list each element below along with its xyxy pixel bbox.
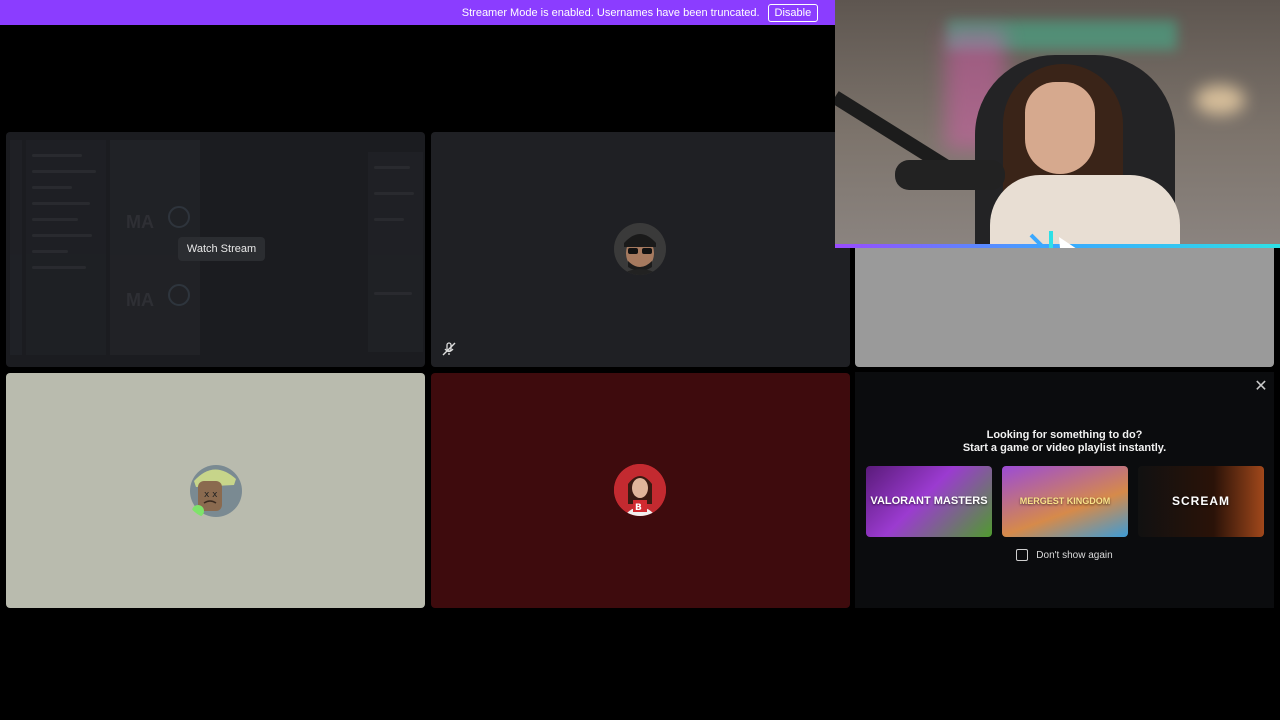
activity-card-label: SCREAM [1171,494,1230,509]
promo-subtitle: Start a game or video playlist instantly… [962,442,1167,454]
watch-stream-button[interactable]: Watch Stream [178,237,265,261]
webcam-overlay [835,0,1280,248]
mic-slash-icon [441,341,457,357]
participant-tile[interactable]: x x [6,373,425,608]
promo-title: Looking for something to do? [986,429,1143,441]
activity-card-scream[interactable]: SCREAM [1138,466,1264,537]
activity-card-label: VALORANT MASTERS [870,494,988,507]
participant-tile[interactable] [431,132,850,367]
participant-tile[interactable]: B [431,373,850,608]
disable-streamer-mode-button[interactable]: Disable [767,3,819,22]
avatar [614,223,666,275]
activity-cards: VALORANT MASTERS MERGEST KINGDOM SCREAM [866,466,1264,537]
activity-promo-panel: ✕ Looking for something to do? Start a g… [855,372,1274,608]
avatar: B [614,464,666,516]
streamer-mode-message: Streamer Mode is enabled. Usernames have… [461,6,760,19]
activity-card-label: MERGEST KINGDOM [1019,495,1111,506]
dont-show-again-label: Don't show again [1036,549,1113,561]
activity-card-valorant[interactable]: VALORANT MASTERS [866,466,992,537]
svg-text:B: B [635,503,642,513]
avatar: x x [184,459,244,519]
activity-card-mergest[interactable]: MERGEST KINGDOM [1002,466,1128,537]
dont-show-again-row[interactable]: Don't show again [855,549,1274,561]
streamer-logo-icon [1025,225,1085,248]
stream-tile[interactable]: MA MA Watch Stream [6,132,425,367]
svg-text:x x: x x [204,490,218,500]
close-icon[interactable]: ✕ [1253,379,1269,395]
dont-show-again-checkbox[interactable] [1016,549,1029,561]
